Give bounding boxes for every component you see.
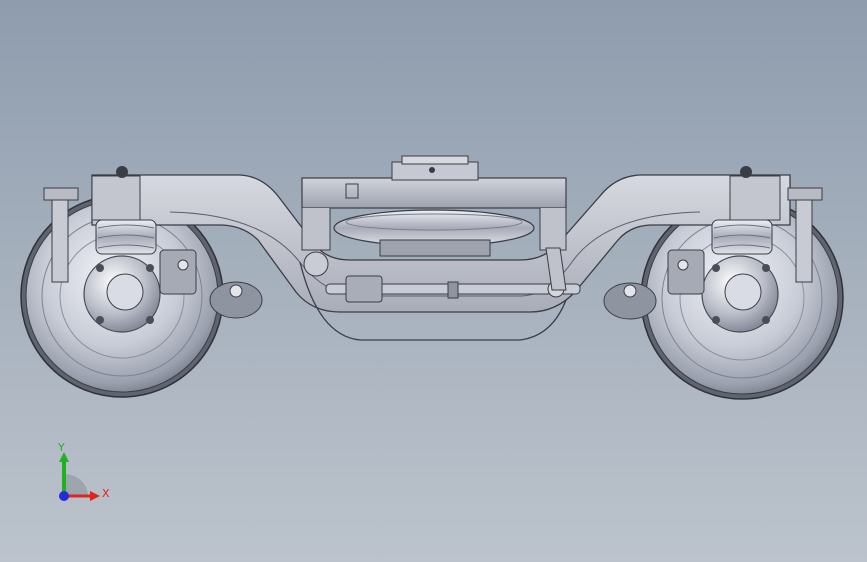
x-axis-head <box>90 491 100 501</box>
y-axis-label: Y <box>58 441 65 454</box>
bogie-model <box>20 155 844 400</box>
axis-triad[interactable]: Y X <box>48 438 118 518</box>
x-axis-label: X <box>102 487 110 500</box>
model-viewport[interactable]: Y X <box>0 0 867 562</box>
z-axis-dot <box>59 491 69 501</box>
air-spring[interactable] <box>333 209 535 257</box>
